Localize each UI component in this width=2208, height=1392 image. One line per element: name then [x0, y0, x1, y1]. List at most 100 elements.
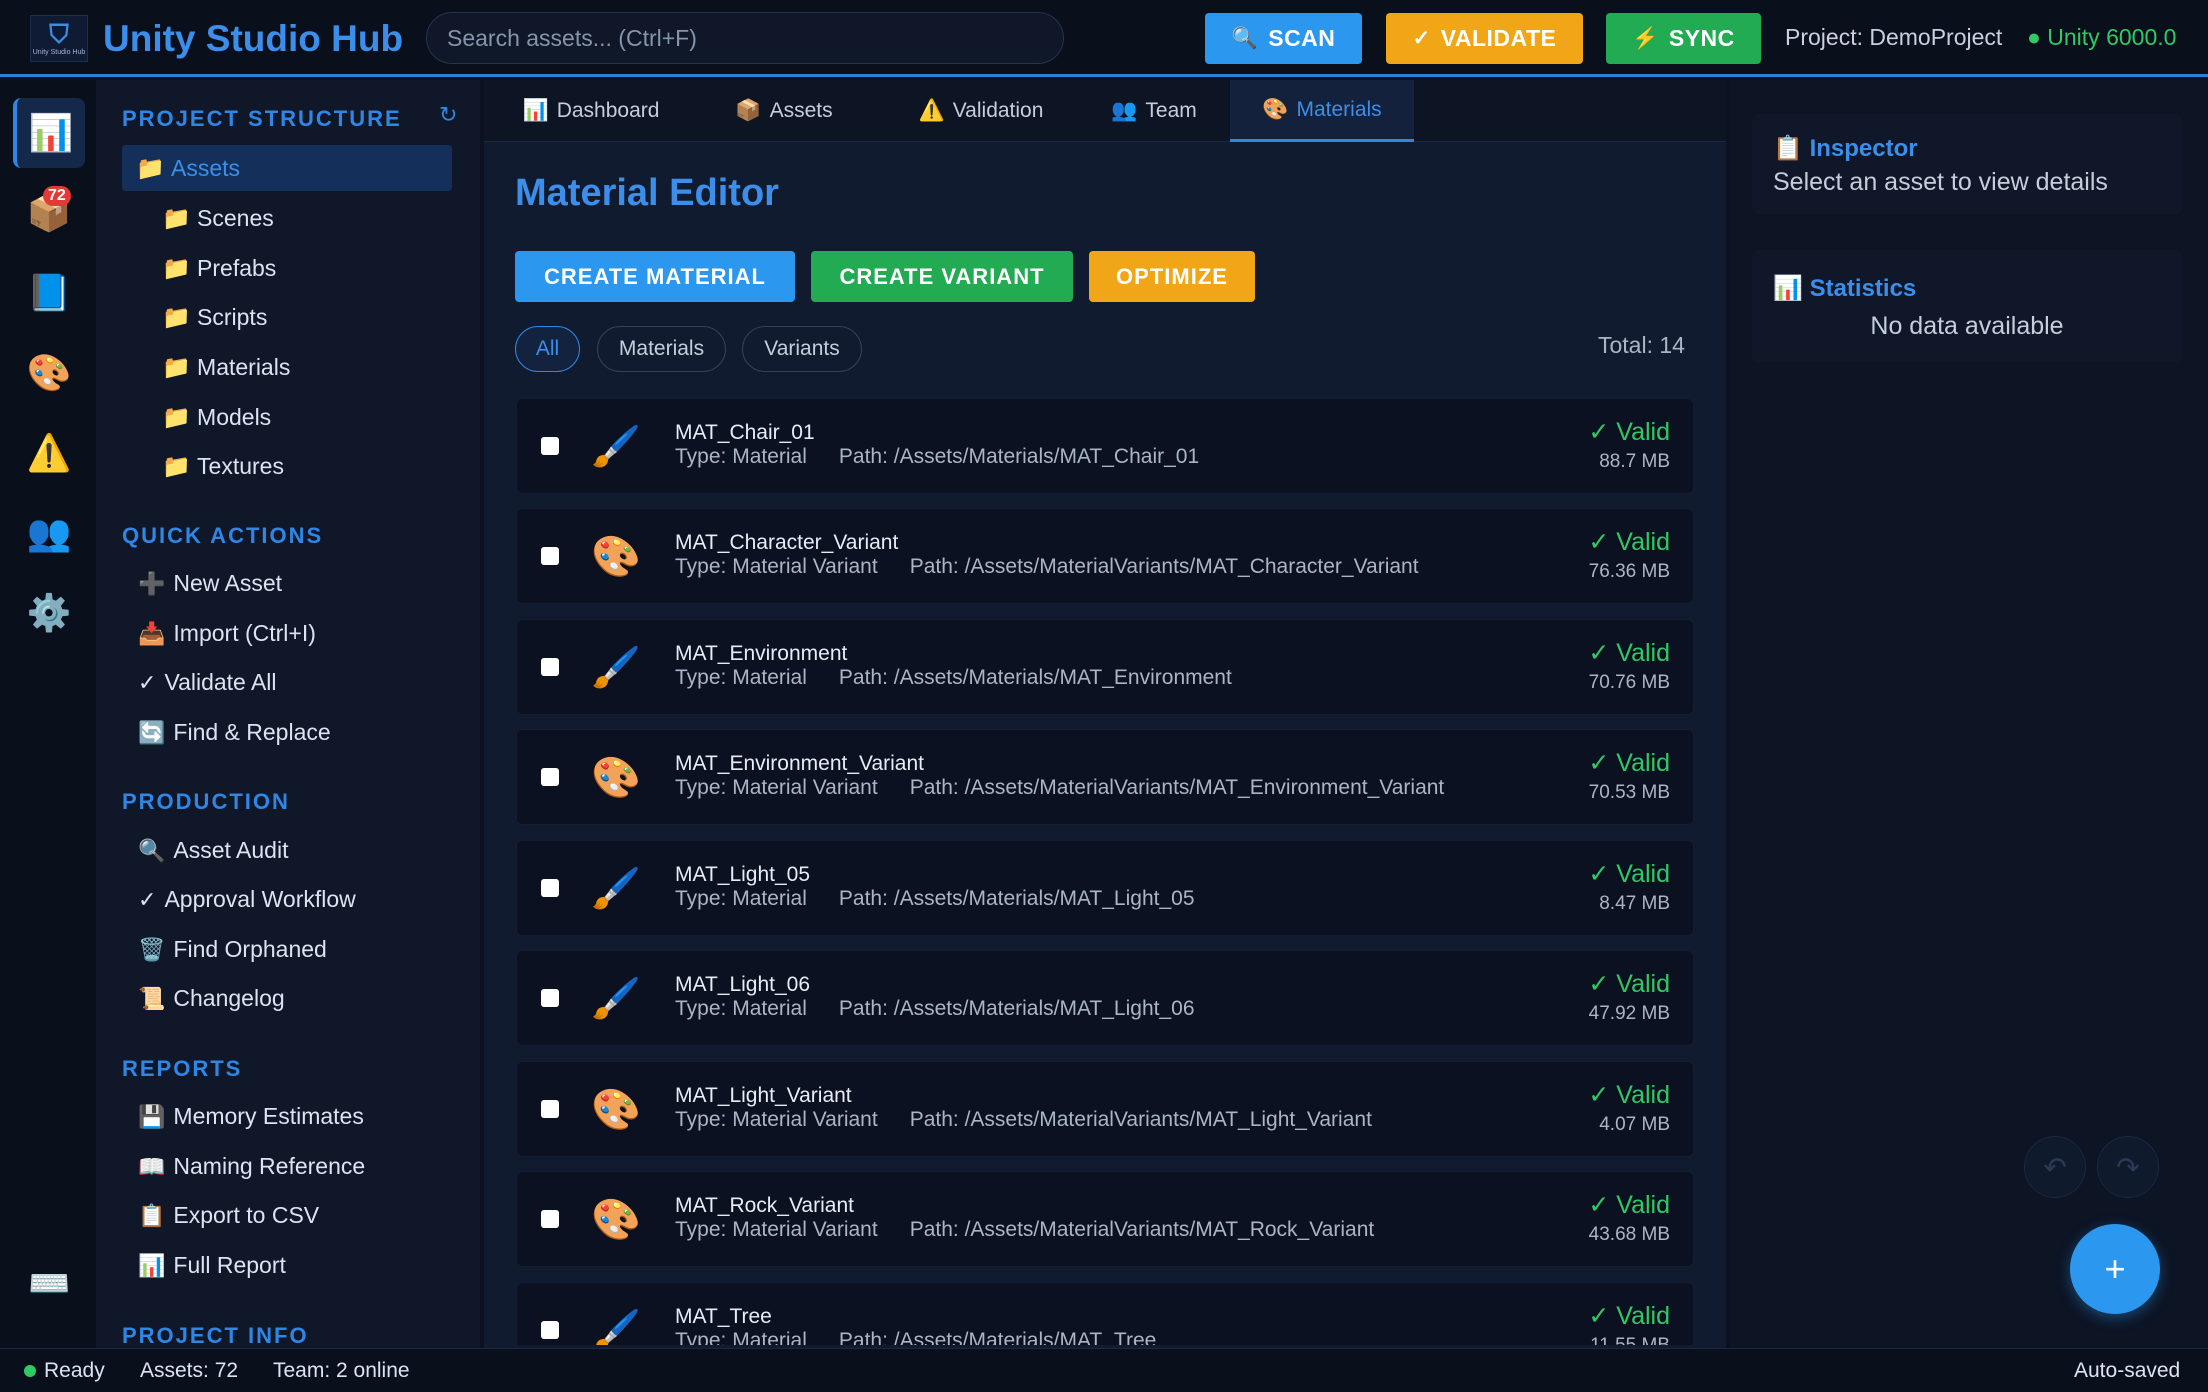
validate-button[interactable]: ✓ VALIDATE	[1386, 13, 1583, 64]
tab-label: Dashboard	[556, 99, 660, 122]
list-item[interactable]: 🖌️ MAT_Environment Type: Material Path: /…	[516, 619, 1694, 715]
row-checkbox[interactable]	[541, 1100, 559, 1118]
rail-docs[interactable]: 📘	[13, 258, 85, 328]
scan-button[interactable]: 🔍 SCAN	[1205, 13, 1362, 64]
add-fab-button[interactable]: +	[2070, 1224, 2160, 1314]
tree-item-scenes[interactable]: 📁 Scenes	[162, 195, 274, 241]
asset-audit-action[interactable]: 🔍 Asset Audit	[138, 837, 288, 864]
tree-item-label: Scripts	[197, 303, 268, 330]
tree-item-models[interactable]: 📁 Models	[162, 394, 271, 440]
tree-item-materials[interactable]: 📁 Materials	[162, 344, 290, 390]
row-checkbox[interactable]	[541, 437, 559, 455]
sync-button[interactable]: ⚡ SYNC	[1606, 13, 1761, 64]
rail-settings[interactable]: ⚙️	[13, 578, 85, 648]
naming-reference-action[interactable]: 📖 Naming Reference	[138, 1153, 365, 1180]
search-input[interactable]	[426, 12, 1064, 64]
list-item[interactable]: 🖌️ MAT_Light_05 Type: Material Path: /Ass…	[516, 840, 1694, 936]
palette-icon: 🎨	[26, 352, 72, 393]
list-item[interactable]: 🖌️ MAT_Chair_01 Type: Material Path: /Ass…	[516, 398, 1694, 494]
find-replace-action[interactable]: 🔄 Find & Replace	[138, 719, 331, 746]
assets-count: Assets: 72	[140, 1359, 239, 1382]
optimize-button[interactable]: OPTIMIZE	[1089, 251, 1255, 302]
refresh-icon[interactable]: ↻	[439, 102, 457, 128]
refresh-arrows-icon: 🔄	[138, 719, 166, 745]
rail-dashboard[interactable]: 📊	[13, 98, 85, 168]
new-asset-action[interactable]: ➕ New Asset	[138, 570, 282, 597]
export-csv-action[interactable]: 📋 Export to CSV	[138, 1202, 319, 1229]
tree-item-prefabs[interactable]: 📁 Prefabs	[162, 245, 276, 291]
tree-item-label: Prefabs	[197, 254, 277, 281]
list-item[interactable]: 🎨 MAT_Character_Variant Type: Material V…	[516, 508, 1694, 604]
total-count: Total: 14	[1598, 332, 1685, 358]
unity-version-status: ● Unity 6000.0	[2027, 24, 2177, 50]
item-type: Type: Material Variant	[675, 1218, 878, 1241]
status-badge: ✓ Valid	[1588, 1191, 1670, 1219]
app-logo[interactable]: ⛉ Unity Studio Hub	[30, 15, 88, 62]
create-variant-button[interactable]: CREATE VARIANT	[811, 251, 1073, 302]
redo-icon[interactable]: ↷	[2097, 1136, 2159, 1198]
row-checkbox[interactable]	[541, 989, 559, 1007]
list-item[interactable]: 🎨 MAT_Light_Variant Type: Material Varia…	[516, 1061, 1694, 1157]
approval-workflow-action[interactable]: ✓ Approval Workflow	[138, 886, 356, 913]
chart-icon: 📊	[1773, 275, 1803, 302]
tree-item-assets[interactable]: 📁 Assets	[122, 145, 452, 191]
project-name: Project: DemoProject	[1785, 24, 2003, 50]
list-item[interactable]: 🎨 MAT_Environment_Variant Type: Material…	[516, 729, 1694, 825]
project-info-title: PROJECT INFO	[122, 1323, 309, 1348]
statistics-title: 📊 Statistics	[1773, 274, 1916, 303]
list-item[interactable]: 🎨 MAT_Rock_Variant Type: Material Varian…	[516, 1171, 1694, 1267]
tab-materials[interactable]: 🎨 Materials	[1230, 80, 1414, 142]
import-action[interactable]: 📥 Import (Ctrl+I)	[138, 620, 316, 647]
keyboard-icon[interactable]: ⌨️	[28, 1264, 70, 1304]
filter-materials[interactable]: Materials	[597, 326, 726, 372]
floppy-icon: 💾	[138, 1103, 166, 1129]
action-label: Changelog	[173, 985, 285, 1011]
tab-dashboard[interactable]: 📊 Dashboard	[516, 80, 666, 142]
validate-all-action[interactable]: ✓ Validate All	[138, 669, 277, 696]
main-panel: 📊 Dashboard 📦 Assets ⚠️ Validation 👥 Team 🎨 M…	[484, 80, 1726, 1348]
tab-validation[interactable]: ⚠️ Validation	[908, 80, 1054, 142]
row-checkbox[interactable]	[541, 1210, 559, 1228]
memory-estimates-action[interactable]: 💾 Memory Estimates	[138, 1103, 364, 1130]
item-name: MAT_Chair_01	[675, 421, 815, 444]
inspector-title-text: Inspector	[1809, 135, 1918, 162]
full-report-action[interactable]: 📊 Full Report	[138, 1252, 286, 1279]
row-checkbox[interactable]	[541, 658, 559, 676]
row-checkbox[interactable]	[541, 547, 559, 565]
item-size: 11.55 MB	[1590, 1335, 1670, 1345]
action-label: Approval Workflow	[164, 886, 356, 912]
rail-validation[interactable]: ⚠️	[13, 418, 85, 488]
changelog-action[interactable]: 📜 Changelog	[138, 985, 285, 1012]
action-label: Find & Replace	[173, 719, 331, 745]
tab-team[interactable]: 👥 Team	[1104, 80, 1204, 142]
item-type: Type: Material Variant	[675, 555, 878, 578]
rail-team[interactable]: 👥	[13, 498, 85, 568]
status-badge: ✓ Valid	[1588, 639, 1670, 667]
rail-assets[interactable]: 📦 72	[13, 178, 85, 248]
filter-variants[interactable]: Variants	[742, 326, 862, 372]
tree-item-textures[interactable]: 📁 Textures	[162, 443, 284, 489]
palette-icon: 🎨	[591, 1088, 641, 1132]
item-type: Type: Material Variant	[675, 1108, 878, 1131]
tab-assets[interactable]: 📦 Assets	[728, 80, 840, 142]
ready-text: Ready	[44, 1359, 105, 1382]
tree-item-scripts[interactable]: 📁 Scripts	[162, 294, 267, 340]
find-orphaned-action[interactable]: 🗑️ Find Orphaned	[138, 936, 327, 963]
create-material-button[interactable]: CREATE MATERIAL	[515, 251, 795, 302]
filter-all[interactable]: All	[515, 326, 580, 372]
item-size: 70.53 MB	[1588, 782, 1670, 803]
list-item[interactable]: 🖌️ MAT_Tree Type: Material Path: /Assets/…	[516, 1282, 1694, 1345]
material-list: 🖌️ MAT_Chair_01 Type: Material Path: /Ass…	[516, 398, 1694, 1345]
rail-materials[interactable]: 🎨	[13, 338, 85, 408]
folder-icon: 📁	[162, 403, 191, 430]
row-checkbox[interactable]	[541, 768, 559, 786]
item-meta: Type: Material Path: /Assets/Materials/MA…	[675, 887, 1227, 911]
book-icon: 📘	[26, 272, 72, 313]
inbox-icon: 📥	[138, 620, 166, 646]
item-type: Type: Material	[675, 887, 807, 910]
undo-icon[interactable]: ↶	[2024, 1136, 2086, 1198]
palette-icon: 🎨	[591, 756, 641, 800]
row-checkbox[interactable]	[541, 879, 559, 897]
row-checkbox[interactable]	[541, 1321, 559, 1339]
list-item[interactable]: 🖌️ MAT_Light_06 Type: Material Path: /Ass…	[516, 950, 1694, 1046]
